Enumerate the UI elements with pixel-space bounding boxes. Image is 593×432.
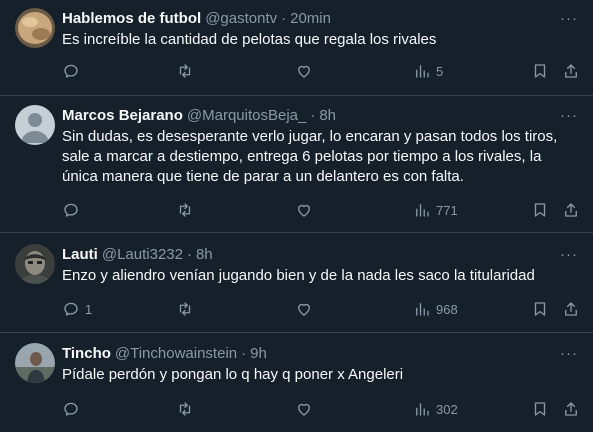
more-icon[interactable]: ··· bbox=[560, 9, 578, 27]
separator-dot: · bbox=[241, 344, 247, 362]
like-button[interactable] bbox=[295, 399, 318, 419]
tweet-actions: 5 bbox=[62, 61, 593, 81]
tweet[interactable]: Lauti @Lauti3232 · 8h ··· Enzo y aliendr… bbox=[0, 233, 593, 333]
separator-dot: · bbox=[186, 245, 192, 263]
views-button[interactable]: 968 bbox=[413, 299, 458, 319]
like-button[interactable] bbox=[295, 61, 318, 81]
like-icon bbox=[298, 204, 310, 217]
bookmark-icon bbox=[534, 402, 546, 416]
separator-dot: · bbox=[310, 106, 316, 124]
default-avatar-icon bbox=[15, 105, 55, 145]
reply-button[interactable] bbox=[62, 399, 85, 419]
like-button[interactable] bbox=[295, 299, 318, 319]
reply-icon bbox=[64, 64, 78, 78]
like-icon bbox=[298, 403, 310, 416]
retweet-button[interactable] bbox=[176, 399, 199, 419]
reply-icon bbox=[64, 203, 78, 217]
views-count: 302 bbox=[436, 401, 458, 417]
author-handle[interactable]: @gastontv bbox=[205, 10, 277, 27]
author-name[interactable]: Marcos Bejarano bbox=[62, 107, 183, 124]
reply-icon bbox=[64, 302, 78, 316]
tweet[interactable]: Hablemos de futbol @gastontv · 20min ···… bbox=[0, 0, 593, 96]
views-count: 968 bbox=[436, 301, 458, 317]
tweet-actions: 771 bbox=[62, 200, 593, 220]
views-count: 771 bbox=[436, 202, 458, 218]
reply-button[interactable]: 1 bbox=[62, 299, 92, 319]
retweet-button[interactable] bbox=[176, 299, 199, 319]
like-icon bbox=[298, 303, 310, 316]
share-icon bbox=[565, 203, 577, 217]
reply-icon bbox=[64, 402, 78, 416]
avatar-image bbox=[15, 343, 55, 383]
timestamp[interactable]: 8h bbox=[319, 107, 336, 124]
retweet-icon bbox=[179, 402, 191, 416]
share-icon bbox=[565, 302, 577, 316]
reply-count: 1 bbox=[85, 301, 93, 317]
author-name[interactable]: Lauti bbox=[62, 246, 98, 263]
timestamp[interactable]: 8h bbox=[196, 246, 213, 263]
tweet-text: Pídale perdón y pongan lo q hay q poner … bbox=[62, 366, 404, 383]
avatar[interactable] bbox=[15, 105, 55, 145]
share-button[interactable] bbox=[562, 399, 580, 419]
tweet-actions: 302 bbox=[62, 399, 593, 419]
share-icon bbox=[565, 402, 577, 416]
bookmark-button[interactable] bbox=[531, 399, 549, 419]
bookmark-button[interactable] bbox=[531, 200, 549, 220]
avatar-image bbox=[15, 8, 55, 48]
replies-feed: Hablemos de futbol @gastontv · 20min ···… bbox=[0, 0, 593, 432]
like-button[interactable] bbox=[295, 200, 318, 220]
more-icon[interactable]: ··· bbox=[560, 245, 578, 263]
more-icon[interactable]: ··· bbox=[560, 344, 578, 362]
views-button[interactable]: 771 bbox=[413, 200, 458, 220]
author-name[interactable]: Tincho bbox=[62, 345, 111, 362]
tweet[interactable]: Tincho @Tinchowainstein · 9h ··· Pídale … bbox=[0, 333, 593, 432]
bookmark-icon bbox=[534, 64, 546, 78]
share-button[interactable] bbox=[562, 299, 580, 319]
views-icon bbox=[416, 65, 429, 78]
share-button[interactable] bbox=[562, 61, 580, 81]
share-button[interactable] bbox=[562, 200, 580, 220]
avatar-image bbox=[15, 244, 55, 284]
views-icon bbox=[416, 403, 429, 416]
bookmark-button[interactable] bbox=[531, 61, 549, 81]
retweet-icon bbox=[179, 203, 191, 217]
author-name[interactable]: Hablemos de futbol bbox=[62, 10, 201, 27]
bookmark-icon bbox=[534, 203, 546, 217]
views-button[interactable]: 302 bbox=[413, 399, 458, 419]
tweet-text: Enzo y aliendro venían jugando bien y de… bbox=[62, 267, 535, 284]
avatar[interactable] bbox=[15, 244, 55, 284]
timestamp[interactable]: 9h bbox=[250, 345, 267, 362]
avatar[interactable] bbox=[15, 343, 55, 383]
separator-dot: · bbox=[281, 9, 287, 27]
timestamp[interactable]: 20min bbox=[290, 10, 331, 27]
reply-button[interactable] bbox=[62, 200, 85, 220]
tweet[interactable]: Marcos Bejarano @MarquitosBeja_ · 8h ···… bbox=[0, 96, 593, 233]
views-icon bbox=[416, 303, 429, 316]
retweet-icon bbox=[179, 64, 191, 78]
avatar[interactable] bbox=[15, 8, 55, 48]
author-handle[interactable]: @MarquitosBeja_ bbox=[187, 107, 306, 124]
views-count: 5 bbox=[436, 63, 444, 79]
tweet-text: Es increíble la cantidad de pelotas que … bbox=[62, 31, 437, 48]
author-handle[interactable]: @Lauti3232 bbox=[102, 246, 183, 263]
bookmark-icon bbox=[534, 302, 546, 316]
retweet-button[interactable] bbox=[176, 200, 199, 220]
retweet-button[interactable] bbox=[176, 61, 199, 81]
retweet-icon bbox=[179, 302, 191, 316]
reply-button[interactable] bbox=[62, 61, 85, 81]
more-icon[interactable]: ··· bbox=[560, 106, 578, 124]
views-icon bbox=[416, 204, 429, 217]
bookmark-button[interactable] bbox=[531, 299, 549, 319]
tweet-actions: 1 968 bbox=[62, 299, 593, 319]
tweet-text: Sin dudas, es desesperante verlo jugar, … bbox=[62, 128, 558, 185]
author-handle[interactable]: @Tinchowainstein bbox=[115, 345, 237, 362]
share-icon bbox=[565, 64, 577, 78]
like-icon bbox=[298, 65, 310, 78]
views-button[interactable]: 5 bbox=[413, 61, 443, 81]
